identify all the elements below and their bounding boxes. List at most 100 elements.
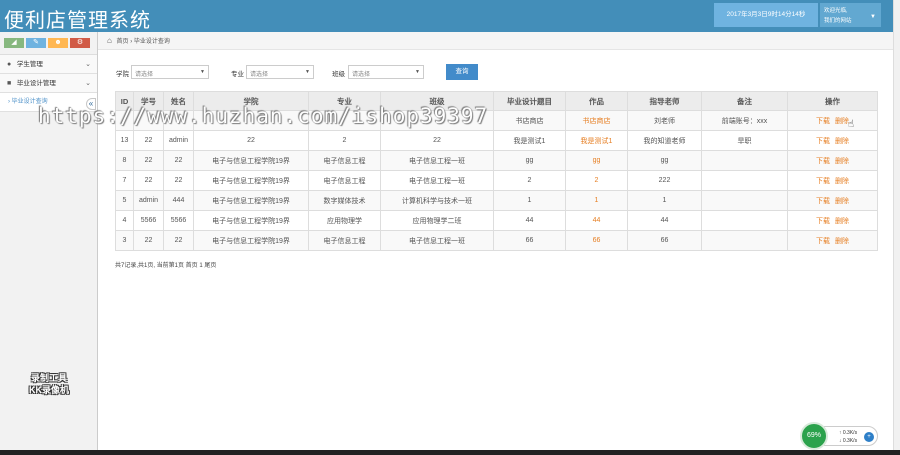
select-arrow-icon: ▼	[200, 69, 205, 75]
cell-work: 2	[565, 170, 628, 191]
speed-panel: ↑ 0.3K/s ↓ 0.3K/s +	[824, 426, 878, 446]
cell-cls: 电子信息工程一班	[380, 230, 494, 251]
cell-college: 电子与信息工程学院19界	[193, 230, 309, 251]
cell-remark	[701, 230, 788, 251]
cell-work: 我是测试1	[565, 130, 628, 151]
download-link[interactable]: 下载	[816, 118, 830, 125]
top-header: 便利店管理系统 2017年3月3日9时14分14秒 欢迎光临, 我们的网站 ▼	[0, 0, 893, 32]
chart-shortcut-button[interactable]: ◢	[4, 38, 24, 48]
sidebar-item-graduation-design[interactable]: ■ 毕业设计管理 ⌄	[0, 74, 97, 93]
cell-work: gg	[565, 150, 628, 171]
cell-topic: 66	[493, 230, 566, 251]
users-shortcut-button[interactable]: ☻	[48, 38, 68, 48]
network-monitor[interactable]: ↑ 0.3K/s ↓ 0.3K/s + 69%	[800, 422, 880, 450]
major-select[interactable]: 请选择 ▼	[246, 65, 314, 79]
delete-link[interactable]: 删除	[835, 238, 849, 245]
cell-cls: 应用物理学二班	[380, 210, 494, 231]
main-content: ⌂ 首页 › 毕业设计查询 学院 请选择 ▼ 专业 请选择 ▼ 班级 请选择 ▼ 查询…	[98, 32, 893, 455]
sidebar-item-label: 学生管理	[16, 61, 43, 68]
column-header: 毕业设计题目	[493, 91, 566, 111]
select-arrow-icon: ▼	[415, 69, 420, 75]
table-row: 7 22 22 电子与信息工程学院19界 电子信息工程 电子信息工程一班 2 2 222 下载 删除	[115, 170, 878, 191]
cell-actions: 下载 删除	[787, 210, 878, 231]
cell-name: 5566	[163, 210, 194, 231]
college-select[interactable]: 请选择 ▼	[131, 65, 209, 79]
major-label: 专业	[231, 71, 244, 78]
delete-link[interactable]: 删除	[835, 118, 849, 125]
cell-remark: 旱职	[701, 130, 788, 151]
college-label: 学院	[116, 71, 129, 78]
page-scrollbar[interactable]	[893, 0, 900, 455]
cell-major: 2	[308, 130, 381, 151]
delete-link[interactable]: 删除	[835, 138, 849, 145]
recorder-line1: 录制工具	[30, 373, 67, 383]
breadcrumb-home-link[interactable]: 首页	[117, 39, 129, 45]
delete-link[interactable]: 删除	[835, 218, 849, 225]
download-link[interactable]: 下载	[816, 218, 830, 225]
column-header: 指导老师	[627, 91, 702, 111]
cell-actions: 下载 删除	[787, 190, 878, 211]
cell-college: 22	[193, 130, 309, 151]
sidebar-item-student-management[interactable]: ● 学生管理 ⌄	[0, 55, 97, 74]
sidebar-item-label: 毕业设计管理	[16, 80, 56, 87]
cell-major: 数字媒体技术	[308, 190, 381, 211]
download-link[interactable]: 下载	[816, 198, 830, 205]
chevron-down-icon: ⌄	[85, 61, 91, 68]
cell-work: 书店商店	[565, 110, 628, 131]
cell-college: 电子与信息工程学院19界	[193, 150, 309, 171]
cell-sno: admin	[133, 190, 164, 211]
cell-id: 13	[115, 130, 134, 151]
class-select[interactable]: 请选择 ▼	[348, 65, 424, 79]
cell-work: 66	[565, 230, 628, 251]
class-label: 班级	[332, 71, 345, 78]
memory-gauge: 69%	[800, 422, 828, 450]
download-link[interactable]: 下载	[816, 138, 830, 145]
query-button[interactable]: 查询	[446, 64, 478, 80]
cell-sno: 22	[133, 130, 164, 151]
cell-id: 8	[115, 150, 134, 171]
taskbar-strip	[0, 450, 900, 455]
cell-remark: 前端账号：xxx	[701, 110, 788, 131]
table-row: 13 22 admin 22 2 22 我是测试1 我是测试1 我的知道老师 旱职 下载 删除	[115, 130, 878, 151]
cell-teacher: 66	[627, 230, 702, 251]
column-header: 操作	[787, 91, 878, 111]
cell-teacher: 44	[627, 210, 702, 231]
download-link[interactable]: 下载	[816, 238, 830, 245]
table-body: 书店商店 书店商店 刘老师 前端账号：xxx 下载 删除 13 22 admin 22 2 22 我是测…	[115, 110, 878, 251]
delete-link[interactable]: 删除	[835, 198, 849, 205]
datetime-display: 2017年3月3日9时14分14秒	[714, 3, 818, 27]
settings-shortcut-button[interactable]: ⚙	[70, 38, 90, 48]
download-link[interactable]: 下载	[816, 158, 830, 165]
delete-link[interactable]: 删除	[835, 158, 849, 165]
app-title: 便利店管理系统	[4, 10, 151, 32]
home-icon: ⌂	[107, 36, 112, 45]
pencil-shortcut-button[interactable]: ✎	[26, 38, 46, 48]
cell-sno: 22	[133, 170, 164, 191]
cell-topic: 1	[493, 190, 566, 211]
cell-remark	[701, 190, 788, 211]
user-icon: ●	[7, 61, 12, 68]
cell-cls: 电子信息工程一班	[380, 170, 494, 191]
cell-name: 22	[163, 230, 194, 251]
plus-icon[interactable]: +	[864, 432, 874, 442]
shortcut-buttons: ◢ ✎ ☻ ⚙	[0, 32, 97, 55]
cell-cls: 计算机科学与技术一班	[380, 190, 494, 211]
cell-teacher: 我的知道老师	[627, 130, 702, 151]
user-menu[interactable]: 欢迎光临, 我们的网站 ▼	[820, 3, 881, 27]
cell-sno: 5566	[133, 210, 164, 231]
cell-sno: 22	[133, 150, 164, 171]
delete-link[interactable]: 删除	[835, 178, 849, 185]
column-header: 作品	[565, 91, 628, 111]
cell-topic: 我是测试1	[493, 130, 566, 151]
cell-name: 444	[163, 190, 194, 211]
cell-college: 电子与信息工程学院19界	[193, 210, 309, 231]
cell-sno: 22	[133, 230, 164, 251]
cell-teacher: 222	[627, 170, 702, 191]
cell-actions: 下载 删除	[787, 230, 878, 251]
cell-work: 44	[565, 210, 628, 231]
download-link[interactable]: 下载	[816, 178, 830, 185]
cell-id: 7	[115, 170, 134, 191]
cell-id: 5	[115, 190, 134, 211]
recorder-logo: 录制工具 KK录像机	[18, 372, 80, 396]
cell-actions: 下载 删除	[787, 150, 878, 171]
